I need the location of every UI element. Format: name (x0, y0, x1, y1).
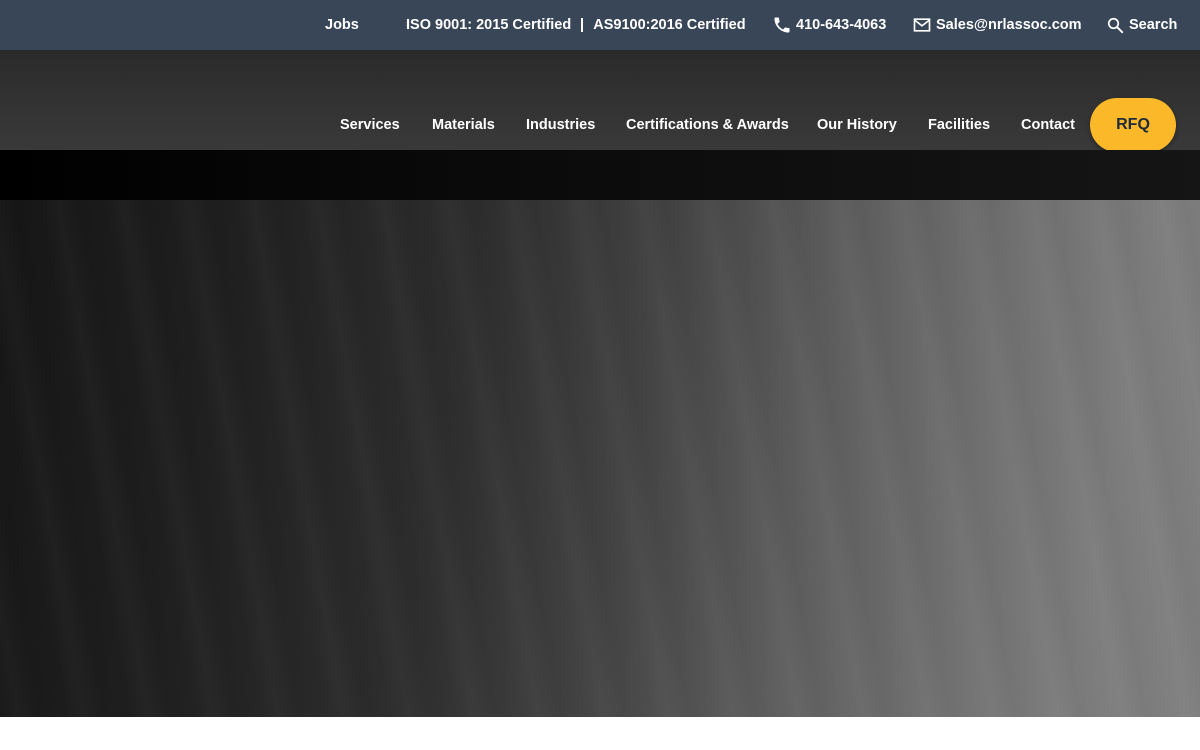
nav-item-contact[interactable]: Contact (1021, 116, 1075, 134)
email-address: Sales@nrlassoc.com (936, 17, 1082, 33)
main-navigation: Services Materials Industries Certificat… (0, 50, 1200, 152)
rfq-button[interactable]: RFQ (1090, 98, 1176, 152)
phone-link[interactable]: 410-643-4063 (772, 0, 886, 50)
nav-item-industries[interactable]: Industries (526, 116, 595, 134)
page-bottom (0, 717, 1200, 750)
utility-bar: Jobs ISO 9001: 2015 Certified AS9100:201… (0, 0, 1200, 50)
nav-item-materials[interactable]: Materials (432, 116, 495, 134)
search-button[interactable]: Search (1106, 0, 1177, 50)
as-certification: AS9100:2016 Certified (593, 17, 746, 33)
certifications-text: ISO 9001: 2015 Certified AS9100:2016 Cer… (406, 0, 746, 50)
search-icon (1106, 16, 1125, 35)
nav-item-services[interactable]: Services (340, 116, 400, 134)
email-link[interactable]: Sales@nrlassoc.com (912, 0, 1082, 50)
hero-banner (0, 200, 1200, 717)
phone-number: 410-643-4063 (796, 17, 887, 33)
mail-icon (912, 15, 932, 35)
jobs-link[interactable]: Jobs (325, 0, 359, 50)
iso-certification: ISO 9001: 2015 Certified (406, 17, 572, 33)
hero-image-texture (0, 200, 1200, 717)
search-label: Search (1129, 17, 1178, 33)
nav-item-our-history[interactable]: Our History (817, 116, 897, 134)
nav-item-certifications-awards[interactable]: Certifications & Awards (626, 116, 789, 134)
phone-icon (772, 15, 792, 35)
nav-item-facilities[interactable]: Facilities (928, 116, 990, 134)
header-shadow-strip (0, 150, 1200, 200)
certification-divider (581, 18, 584, 32)
